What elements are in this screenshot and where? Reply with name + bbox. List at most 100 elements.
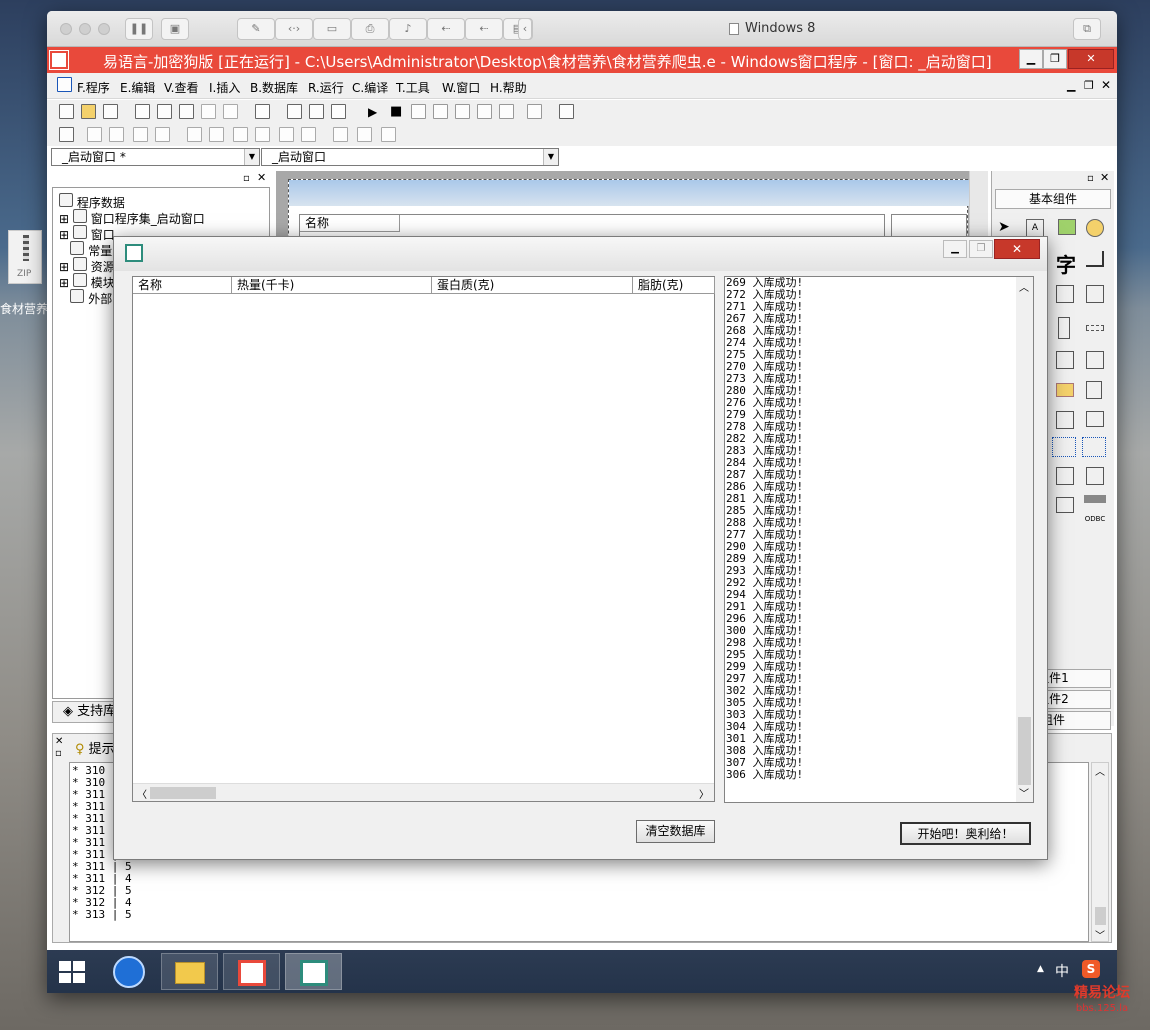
odbc-component-icon[interactable]: ODBC [1084, 495, 1106, 523]
subroutine-selector[interactable]: _启动窗口 ▼ [261, 148, 559, 166]
window-selector[interactable]: _启动窗口 * ▼ [51, 148, 260, 166]
taskbar-running-app[interactable] [285, 953, 342, 990]
close-button[interactable]: ✕ [1068, 49, 1114, 69]
output-close-icon[interactable]: ✕ [55, 736, 63, 747]
close-dot[interactable] [60, 23, 72, 35]
space-v-icon[interactable] [255, 127, 270, 142]
grid-component-icon[interactable] [1086, 285, 1104, 303]
new-icon[interactable] [59, 104, 74, 119]
minimize-button[interactable]: ▁ [1019, 49, 1043, 69]
menu-tools[interactable]: T.工具 [396, 79, 430, 96]
chevron-up-icon[interactable]: ︿ [1019, 279, 1029, 294]
chevron-right-icon[interactable]: 〉 [699, 786, 709, 801]
usb-icon[interactable]: ⇠ [427, 18, 465, 40]
speaker-icon[interactable]: ♪ [389, 18, 427, 40]
scroll-thumb[interactable] [150, 787, 216, 799]
tabs-component-icon[interactable] [1056, 411, 1074, 429]
menu-run[interactable]: R.运行 [308, 79, 344, 96]
save-icon[interactable] [103, 104, 118, 119]
align-grid-icon[interactable] [59, 127, 74, 142]
chevron-down-icon[interactable]: ﹀ [1019, 785, 1029, 800]
spin-component-icon[interactable] [1058, 317, 1070, 339]
panel-close-icon[interactable]: ✕ [257, 171, 266, 184]
menu-help[interactable]: H.帮助 [490, 79, 527, 96]
label-component-icon[interactable]: A [1026, 219, 1044, 237]
dialog-maximize-button[interactable]: ❐ [969, 240, 993, 258]
output-pin-icon[interactable]: ▫ [55, 748, 62, 759]
desktop-zip-file[interactable]: ZIP [8, 230, 50, 290]
log-vscrollbar[interactable]: ︿ ﹀ [1016, 277, 1033, 802]
run-icon[interactable]: ▶ [368, 105, 377, 119]
start-button[interactable] [59, 961, 85, 983]
ime-indicator[interactable]: 中 [1055, 961, 1069, 981]
slider-component-icon[interactable] [1086, 325, 1104, 331]
col-header-protein[interactable]: 蛋白质(克) [432, 277, 633, 294]
tree-external[interactable]: 外部 [59, 289, 112, 307]
dialog-close-button[interactable]: ✕ [994, 239, 1040, 259]
frame-component-icon[interactable] [1086, 251, 1104, 267]
text-component-icon[interactable]: 字 [1056, 249, 1076, 278]
net-component-icon[interactable] [1052, 437, 1076, 457]
menu-window[interactable]: W.窗口 [442, 79, 480, 96]
listbox-component-icon[interactable] [1056, 285, 1074, 303]
zoom-dot[interactable] [98, 23, 110, 35]
drive-icon[interactable]: ▭ [313, 18, 351, 40]
start-crawl-button[interactable]: 开始吧！奥利给！ [900, 822, 1031, 845]
file-component-icon[interactable] [1086, 381, 1102, 399]
align-bottom-icon[interactable] [155, 127, 170, 142]
menu-view[interactable]: V.查看 [164, 79, 198, 96]
same-size-icon[interactable] [381, 127, 396, 142]
component-title[interactable]: 基本组件 [995, 189, 1111, 209]
browser-icon[interactable] [113, 956, 145, 988]
same-width-icon[interactable] [333, 127, 348, 142]
chevron-left-icon[interactable]: 〈 [137, 786, 147, 801]
space-h-icon[interactable] [233, 127, 248, 142]
net2-component-icon[interactable] [1082, 437, 1106, 457]
sogou-icon[interactable]: S [1082, 960, 1100, 978]
shape-component-icon[interactable] [1086, 219, 1104, 237]
image-component-icon[interactable] [1058, 219, 1076, 235]
undo-icon[interactable] [223, 104, 238, 119]
menu-compile[interactable]: C.编译 [352, 79, 388, 96]
menu-program[interactable]: F.程序 [77, 79, 110, 96]
usb2-icon[interactable]: ⇠ [465, 18, 503, 40]
maximize-button[interactable]: ❐ [1043, 49, 1067, 69]
chevron-down-icon[interactable]: ﹀ [1095, 927, 1105, 942]
table-component-icon[interactable] [1056, 467, 1074, 485]
import-log[interactable]: 269 入库成功! 272 入库成功! 271 入库成功! 267 入库成功! … [724, 276, 1034, 803]
dist-h-icon[interactable] [279, 127, 294, 142]
tray-up-icon[interactable]: ▲ [1037, 964, 1044, 974]
binoculars-icon[interactable] [559, 104, 574, 119]
align-right-icon[interactable] [109, 127, 124, 142]
wrench-icon[interactable]: ✎ [237, 18, 275, 40]
center-h-icon[interactable] [187, 127, 202, 142]
menu-insert[interactable]: I.插入 [209, 79, 240, 96]
minimize-dot[interactable] [79, 23, 91, 35]
col-header-name[interactable]: 名称 [133, 277, 232, 294]
taskbar-ide[interactable] [223, 953, 280, 990]
menu-database[interactable]: B.数据库 [250, 79, 298, 96]
stop-icon[interactable]: ■ [390, 104, 402, 119]
find-icon[interactable] [255, 104, 270, 119]
fullscreen-icon[interactable]: ⧉ [1073, 18, 1101, 40]
chart-component-icon[interactable] [1056, 497, 1074, 513]
timer-component-icon[interactable] [1086, 351, 1104, 369]
same-height-icon[interactable] [357, 127, 372, 142]
clear-database-button[interactable]: 清空数据库 [636, 820, 715, 843]
calendar-component-icon[interactable] [1086, 411, 1104, 427]
chevron-up-icon[interactable]: ︿ [1095, 763, 1105, 778]
list-hscrollbar[interactable]: 〈 〉 [133, 783, 714, 801]
snapshot-icon[interactable]: ▣ [161, 18, 189, 40]
col-header-calories[interactable]: 热量(千卡) [232, 277, 432, 294]
hand-icon[interactable] [527, 104, 542, 119]
nutrition-listview[interactable]: 名称 热量(千卡) 蛋白质(克) 脂肪(克) 〈 〉 [132, 276, 715, 802]
debug2-icon[interactable] [433, 104, 448, 119]
pause-icon[interactable]: ❚❚ [125, 18, 153, 40]
layout1-icon[interactable] [287, 104, 302, 119]
progress-component-icon[interactable] [1056, 351, 1074, 369]
printer-icon[interactable]: ⎙ [351, 18, 389, 40]
mdi-minimize-button[interactable]: ▁ [1067, 79, 1075, 92]
pointer-icon[interactable]: ➤ [998, 219, 1010, 235]
mdi-restore-button[interactable]: ❐ [1084, 79, 1094, 92]
panel-pin-icon[interactable]: ▫ [243, 173, 250, 184]
